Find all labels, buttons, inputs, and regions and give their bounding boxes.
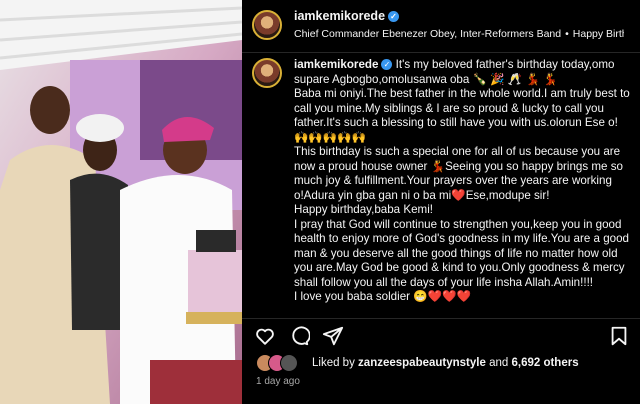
audio-artist: Chief Commander Ebenezer Obey, Inter-Ref… <box>294 28 562 40</box>
likes-prefix: Liked by <box>312 357 355 369</box>
caption-text-4: Happy birthday,baba Kemi! <box>294 203 433 216</box>
comment-icon[interactable] <box>288 325 310 347</box>
caption-verified-badge-icon: ✓ <box>381 59 393 71</box>
party-photo <box>0 0 242 404</box>
post-photo[interactable] <box>0 0 242 404</box>
post-header: iamkemikorede ✓ Chief Commander Ebenezer … <box>242 0 640 53</box>
audio-track: Happy Birthday <box>572 28 624 40</box>
action-bar <box>242 318 640 349</box>
caption-username[interactable]: iamkemikorede <box>294 58 378 71</box>
post-caption: iamkemikorede ✓ It's my beloved father's … <box>294 58 630 314</box>
share-icon[interactable] <box>322 325 344 347</box>
heart-icon[interactable] <box>254 325 276 347</box>
caption-avatar[interactable] <box>252 58 282 88</box>
header-username-row: iamkemikorede ✓ <box>294 9 400 23</box>
caption-line-1: iamkemikorede ✓ It's my beloved father's … <box>294 58 630 87</box>
avatar[interactable] <box>252 10 282 40</box>
audio-separator: • <box>565 28 569 40</box>
bookmark-icon[interactable] <box>608 325 630 347</box>
caption-text-5: I pray that God will continue to strengt… <box>294 217 629 289</box>
likes-text: Liked by zanzeespabeautynstyle and 6,692… <box>312 357 579 369</box>
liker-avatar-3 <box>280 354 298 372</box>
post-panel: iamkemikorede ✓ Chief Commander Ebenezer … <box>242 0 640 404</box>
header-username[interactable]: iamkemikorede <box>294 9 385 23</box>
audio-info[interactable]: Chief Commander Ebenezer Obey, Inter-Ref… <box>294 28 624 40</box>
likes-and: and <box>489 357 509 369</box>
likes-count[interactable]: 6,692 others <box>511 357 578 369</box>
caption-text-2: Baba mi oniyi.The best father in the who… <box>294 87 630 144</box>
caption-text-6: I love you baba soldier 😁❤️❤️❤️ <box>294 290 471 303</box>
post-timestamp[interactable]: 1 day ago <box>256 376 300 387</box>
verified-badge-icon: ✓ <box>388 11 400 23</box>
caption-text-3: This birthday is such a special one for … <box>294 145 623 202</box>
likes-user[interactable]: zanzeespabeautynstyle <box>358 357 486 369</box>
